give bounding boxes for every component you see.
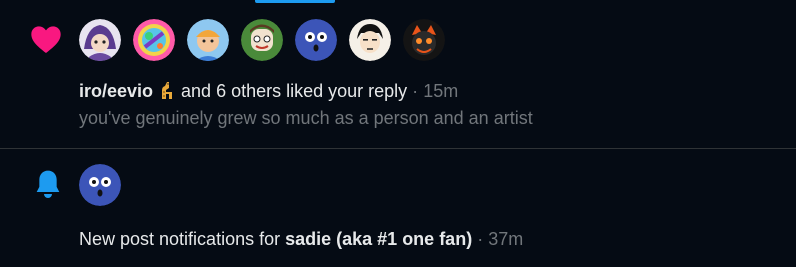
like-summary: iro/eevio and 6 others liked your reply ·… <box>79 80 458 102</box>
bell-icon <box>36 170 60 198</box>
avatar[interactable] <box>241 19 283 61</box>
avatar[interactable] <box>349 19 391 61</box>
avatar[interactable] <box>79 164 121 206</box>
avatar[interactable] <box>403 19 445 61</box>
separator: · <box>412 81 419 101</box>
action-text: and 6 others liked your reply <box>181 81 408 101</box>
prefix-text: New post notifications for <box>79 229 281 249</box>
new-post-text: New post notifications for sadie (aka #1… <box>79 228 523 250</box>
avatar[interactable] <box>133 19 175 61</box>
heart-icon <box>31 26 61 53</box>
separator: · <box>477 229 484 249</box>
timestamp[interactable]: 37m <box>488 229 523 249</box>
user-name-link[interactable]: iro/eevio <box>79 81 153 101</box>
user-name-link[interactable]: sadie (aka #1 one fan) <box>285 229 472 249</box>
avatar[interactable] <box>79 19 121 61</box>
timestamp[interactable]: 15m <box>423 81 458 101</box>
avatar[interactable] <box>295 19 337 61</box>
new-post-notification[interactable]: New post notifications for sadie (aka #1… <box>0 149 796 267</box>
avatar[interactable] <box>187 19 229 61</box>
reply-preview[interactable]: you've genuinely grew so much as a perso… <box>79 107 533 129</box>
giraffe-emoji-icon <box>162 82 173 99</box>
like-notification[interactable]: iro/eevio and 6 others liked your reply ·… <box>0 0 796 148</box>
